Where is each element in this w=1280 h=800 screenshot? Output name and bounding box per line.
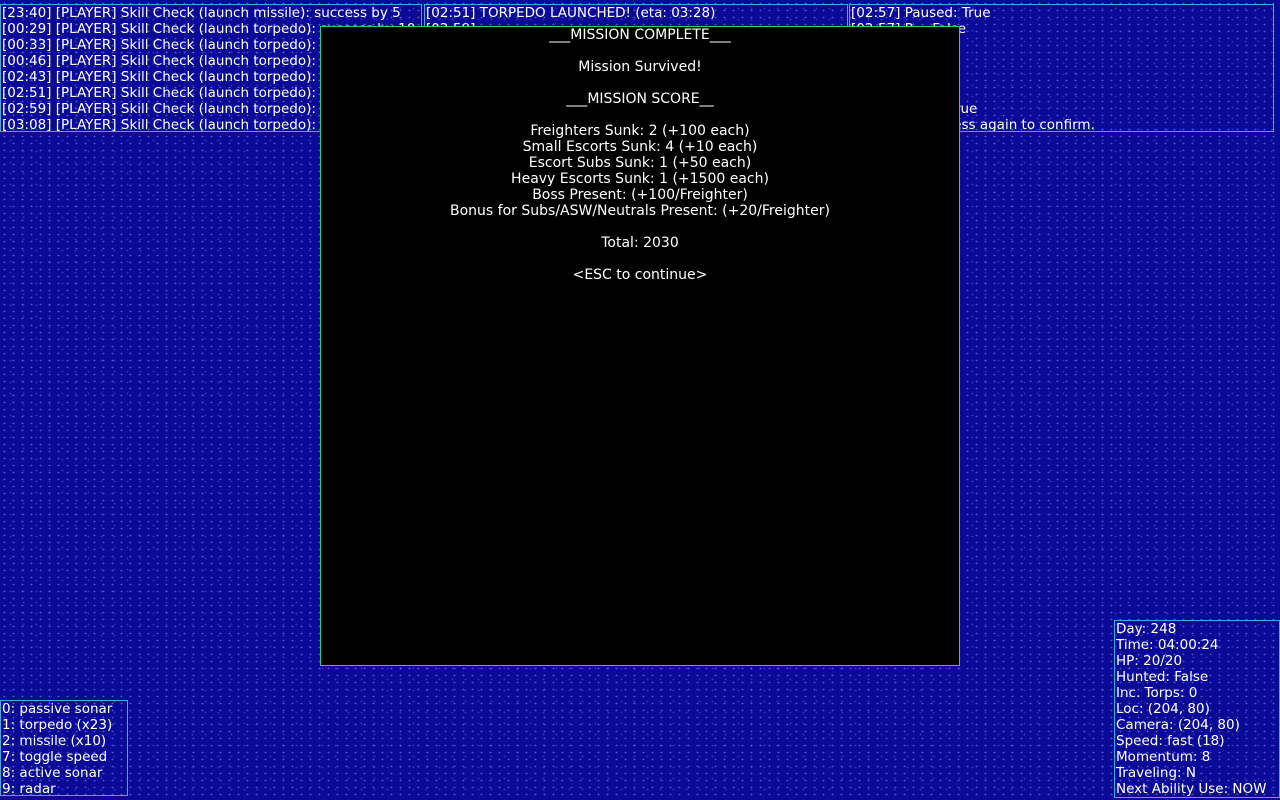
log-line: [02:57] Paused: True	[851, 5, 991, 21]
score-line: Heavy Escorts Sunk: 1 (+1500 each)	[511, 171, 769, 187]
ability-item-torpedo[interactable]: 1: torpedo (x23)	[1, 717, 127, 733]
status-speed: Speed: fast (18)	[1116, 733, 1225, 749]
ability-hotkey-panel: 0: passive sonar 1: torpedo (x23) 2: mis…	[0, 700, 128, 796]
mission-score-title: ___MISSION SCORE__	[566, 91, 714, 107]
ability-item-missile[interactable]: 2: missile (x10)	[1, 733, 127, 749]
status-location: Loc: (204, 80)	[1116, 701, 1210, 717]
status-next-ability: Next Ability Use: NOW	[1116, 781, 1267, 797]
score-line: Freighters Sunk: 2 (+100 each)	[530, 123, 750, 139]
score-total: Total: 2030	[601, 235, 679, 251]
status-incoming-torps: Inc. Torps: 0	[1116, 685, 1198, 701]
score-line: Escort Subs Sunk: 1 (+50 each)	[528, 155, 752, 171]
player-status-panel: Day: 248 Time: 04:00:24 HP: 20/20 Hunted…	[1114, 620, 1280, 798]
esc-continue-prompt[interactable]: <ESC to continue>	[321, 267, 959, 283]
mission-survived-text: Mission Survived!	[578, 59, 702, 75]
log-line: [02:51] TORPEDO LAUNCHED! (eta: 03:28)	[426, 5, 716, 21]
status-camera: Camera: (204, 80)	[1116, 717, 1240, 733]
score-line: Bonus for Subs/ASW/Neutrals Present: (+2…	[450, 203, 830, 219]
status-traveling: Traveling: N	[1116, 765, 1196, 781]
status-day: Day: 248	[1116, 621, 1177, 637]
status-time: Time: 04:00:24	[1116, 637, 1219, 653]
ability-item-active-sonar[interactable]: 8: active sonar	[1, 765, 127, 781]
log-line: [23:40] [PLAYER] Skill Check (launch mis…	[2, 5, 401, 21]
status-momentum: Momentum: 8	[1116, 749, 1211, 765]
mission-complete-title: ___MISSION COMPLETE___	[549, 27, 731, 43]
status-hp: HP: 20/20	[1116, 653, 1183, 669]
score-line: Boss Present: (+100/Freighter)	[532, 187, 748, 203]
mission-complete-dialog[interactable]: ___MISSION COMPLETE___ Mission Survived!…	[320, 26, 960, 666]
score-line: Small Escorts Sunk: 4 (+10 each)	[522, 139, 758, 155]
ability-item-radar[interactable]: 9: radar	[1, 781, 127, 795]
ability-item-toggle-speed[interactable]: 7: toggle speed	[1, 749, 127, 765]
ability-item-passive-sonar[interactable]: 0: passive sonar	[1, 701, 127, 717]
status-hunted: Hunted: False	[1116, 669, 1209, 685]
